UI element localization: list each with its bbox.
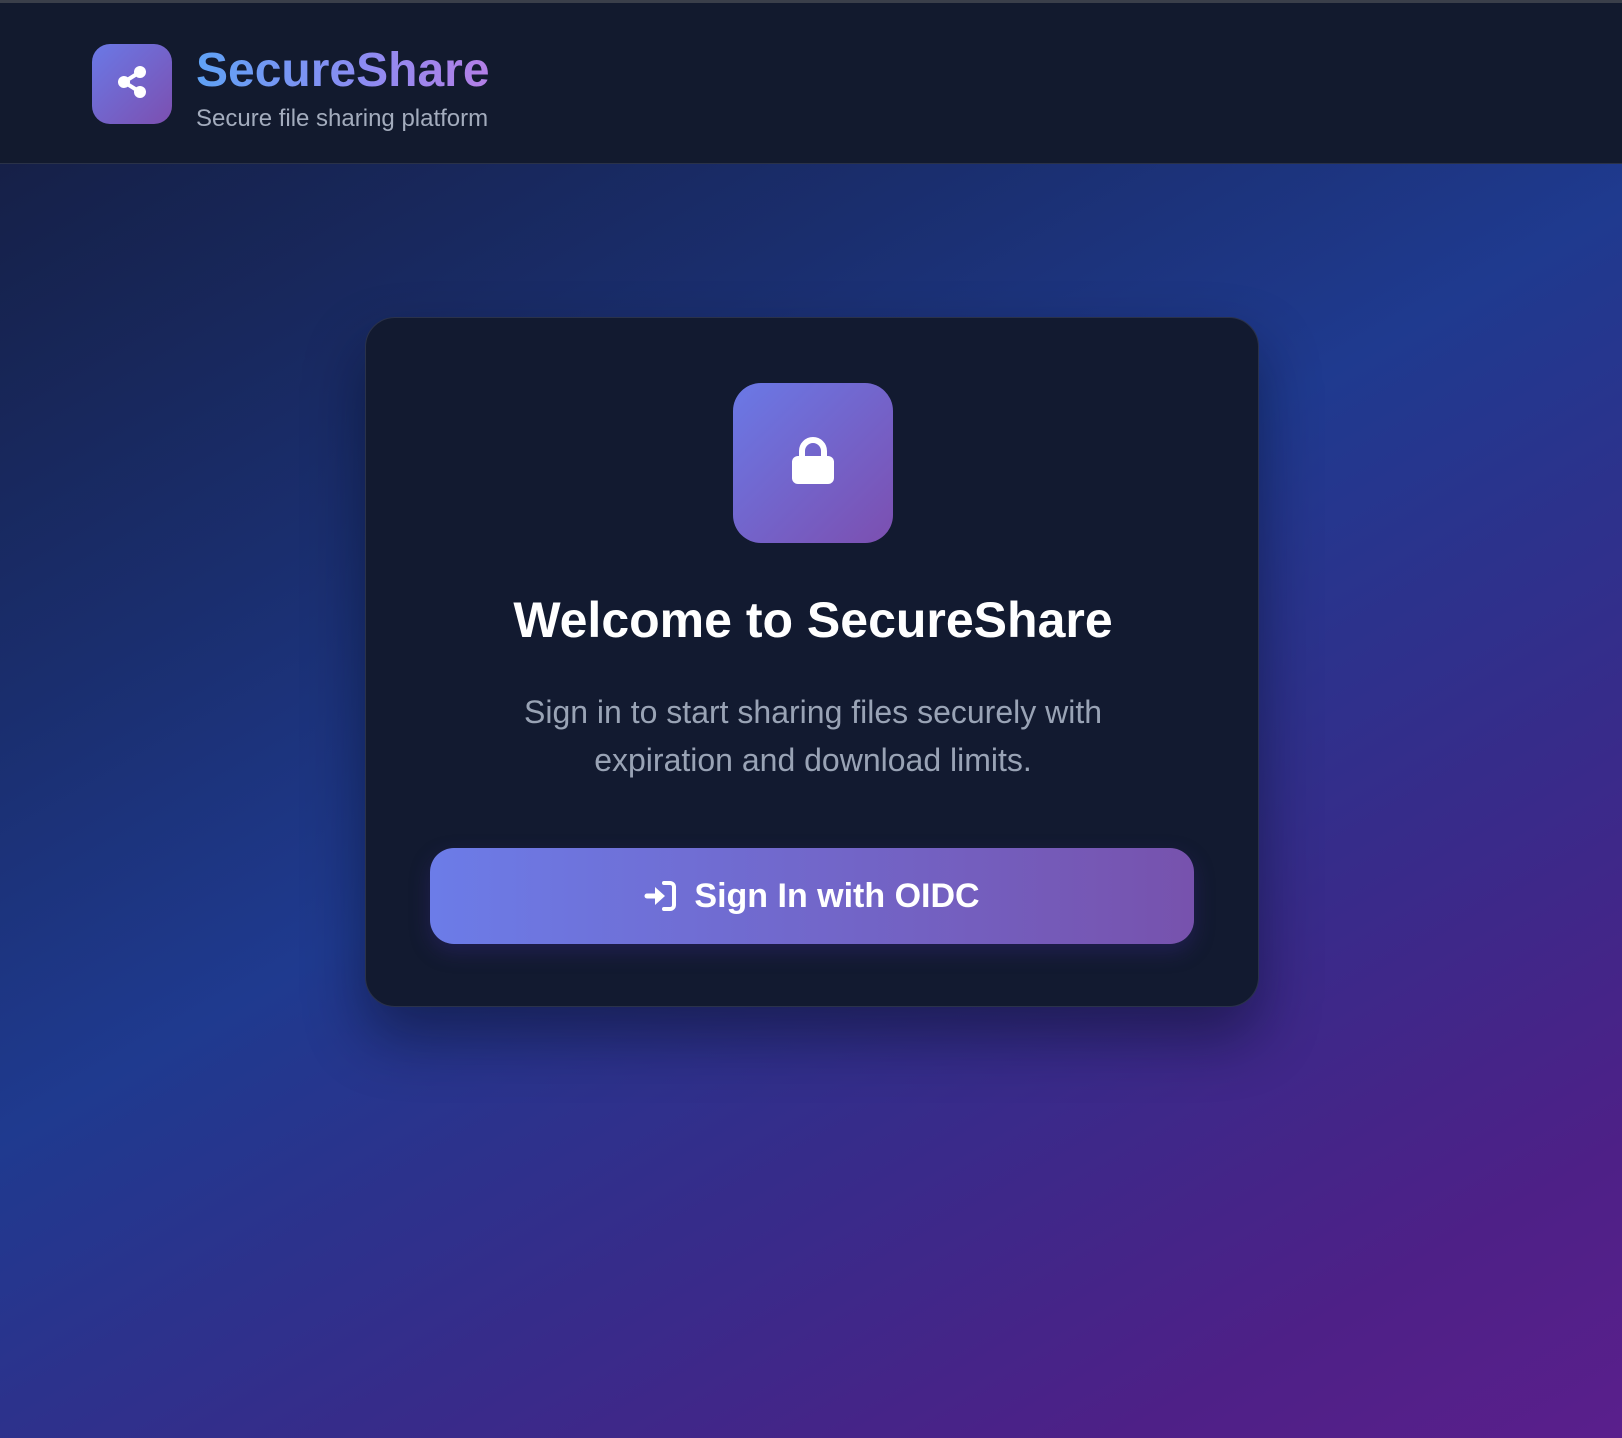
app-header: SecureShare Secure file sharing platform: [0, 3, 1622, 164]
sign-in-icon: [644, 879, 678, 913]
welcome-description: Sign in to start sharing files securely …: [523, 694, 1103, 778]
lock-badge: [733, 383, 893, 543]
welcome-title: Welcome to SecureShare: [513, 592, 1113, 648]
app-logo: [92, 44, 172, 124]
sign-in-button-label: Sign In with OIDC: [694, 877, 980, 915]
app-name: SecureShare: [196, 41, 490, 101]
welcome-card: Welcome to SecureShare Sign in to start …: [365, 317, 1259, 1007]
lock-icon: [790, 436, 836, 491]
app-tagline: Secure file sharing platform: [196, 105, 489, 132]
share-icon: [114, 64, 150, 105]
sign-in-oidc-button[interactable]: Sign In with OIDC: [430, 848, 1194, 944]
